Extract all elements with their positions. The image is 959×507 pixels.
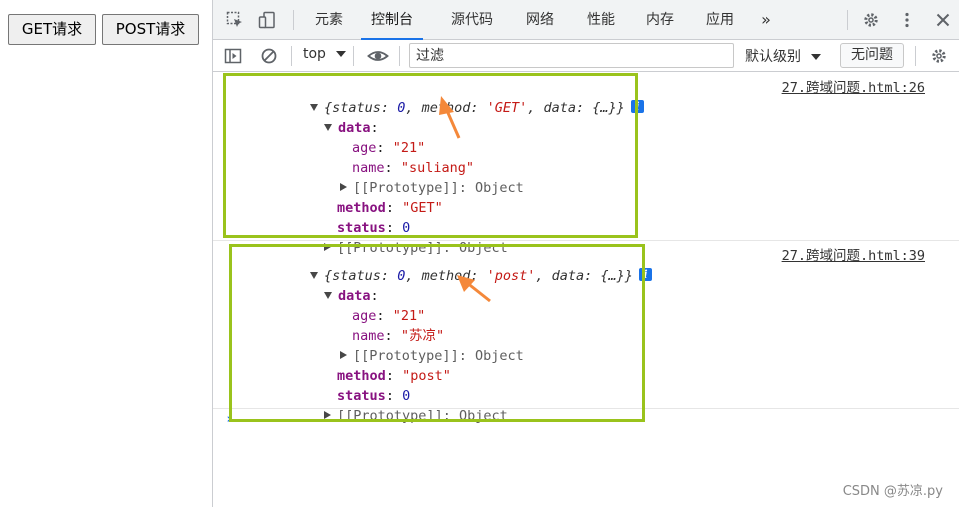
tab-memory[interactable]: 内存: [643, 0, 677, 39]
log-levels-select[interactable]: 默认级别: [745, 46, 822, 66]
summary-text: , method:: [405, 268, 487, 284]
tab-application[interactable]: 应用: [703, 0, 737, 39]
filterbar-divider: [291, 46, 292, 66]
devtools-panel: 元素 控制台 源代码 网络 性能 内存 应用 » top 过滤 默认级别 无问题…: [212, 0, 959, 507]
prop-age: age: "21": [352, 140, 426, 156]
summary-text: , data: {…}}: [535, 268, 633, 284]
prop-prototype[interactable]: [[Prototype]]: Object: [275, 326, 524, 364]
console-filterbar: top 默认级别 无问题: [213, 40, 959, 72]
inspect-element-icon[interactable]: [225, 10, 245, 30]
summary-text: , method:: [405, 100, 487, 116]
object-summary[interactable]: {status: 0, method: 'post', data: {…}} i: [245, 246, 652, 284]
live-expression-eye-icon[interactable]: [367, 46, 389, 66]
prop-age: age: "21": [352, 308, 426, 324]
tab-console[interactable]: 控制台: [361, 0, 423, 40]
prototype-label: [[Prototype]]: Object: [337, 408, 508, 424]
prop-name: name: "suliang": [352, 160, 474, 176]
message-divider: [213, 240, 959, 241]
devtools-tabbar: 元素 控制台 源代码 网络 性能 内存 应用 »: [213, 0, 959, 40]
info-icon[interactable]: i: [638, 267, 652, 281]
summary-method-value: 'post': [486, 268, 536, 284]
object-summary[interactable]: {status: 0, method: 'GET', data: {…}} i: [245, 78, 644, 116]
info-icon[interactable]: i: [630, 99, 644, 113]
prop-name: name: "苏凉": [352, 328, 445, 344]
summary-method-value: 'GET': [486, 100, 528, 116]
summary-text: , data: {…}}: [527, 100, 625, 116]
clear-console-icon[interactable]: [259, 46, 279, 66]
device-toolbar-icon[interactable]: [257, 10, 277, 30]
more-options-icon[interactable]: [897, 10, 917, 30]
post-request-button[interactable]: POST请求: [102, 14, 199, 45]
toolbar-divider: [847, 10, 848, 30]
prop-data[interactable]: data:: [259, 98, 379, 136]
filterbar-divider: [399, 46, 400, 66]
collapse-triangle-icon[interactable]: [324, 411, 332, 419]
console-settings-icon[interactable]: [929, 46, 949, 66]
context-select-value: top: [303, 46, 326, 62]
get-request-button[interactable]: GET请求: [8, 14, 96, 45]
close-icon[interactable]: [933, 10, 953, 30]
tab-elements[interactable]: 元素: [310, 0, 348, 39]
filterbar-divider: [915, 46, 916, 66]
prop-status: status: 0: [337, 220, 411, 236]
sidebar-toggle-icon[interactable]: [223, 46, 243, 66]
console-prompt[interactable]: ›: [225, 408, 233, 430]
settings-icon[interactable]: [861, 10, 881, 30]
page-area: GET请求 POST请求: [0, 0, 212, 507]
filter-input[interactable]: [409, 43, 734, 68]
context-select[interactable]: top: [303, 46, 347, 62]
watermark: CSDN @苏凉.py: [842, 484, 943, 499]
prop-method: method: "GET": [337, 200, 443, 216]
tab-sources[interactable]: 源代码: [448, 0, 496, 39]
chevron-down-icon: [811, 54, 822, 60]
source-link[interactable]: 27.跨域问题.html:26: [782, 78, 925, 98]
toolbar-divider: [293, 10, 294, 30]
prop-prototype[interactable]: [[Prototype]]: Object: [259, 386, 508, 424]
prop-prototype[interactable]: [[Prototype]]: Object: [275, 158, 524, 196]
console-output: {status: 0, method: 'GET', data: {…}} i 2…: [213, 72, 959, 507]
prop-status: status: 0: [337, 388, 411, 404]
issues-button[interactable]: 无问题: [840, 43, 904, 68]
prop-data[interactable]: data:: [259, 266, 379, 304]
tab-network[interactable]: 网络: [523, 0, 557, 39]
chevron-down-icon: [336, 51, 347, 57]
prop-method: method: "post": [337, 368, 451, 384]
log-levels-value: 默认级别: [745, 49, 801, 65]
source-link[interactable]: 27.跨域问题.html:39: [782, 246, 925, 266]
message-divider: [213, 408, 959, 409]
more-tabs-button[interactable]: »: [757, 0, 775, 39]
prop-prototype[interactable]: [[Prototype]]: Object: [259, 218, 508, 256]
filterbar-divider: [353, 46, 354, 66]
tab-performance[interactable]: 性能: [584, 0, 618, 39]
